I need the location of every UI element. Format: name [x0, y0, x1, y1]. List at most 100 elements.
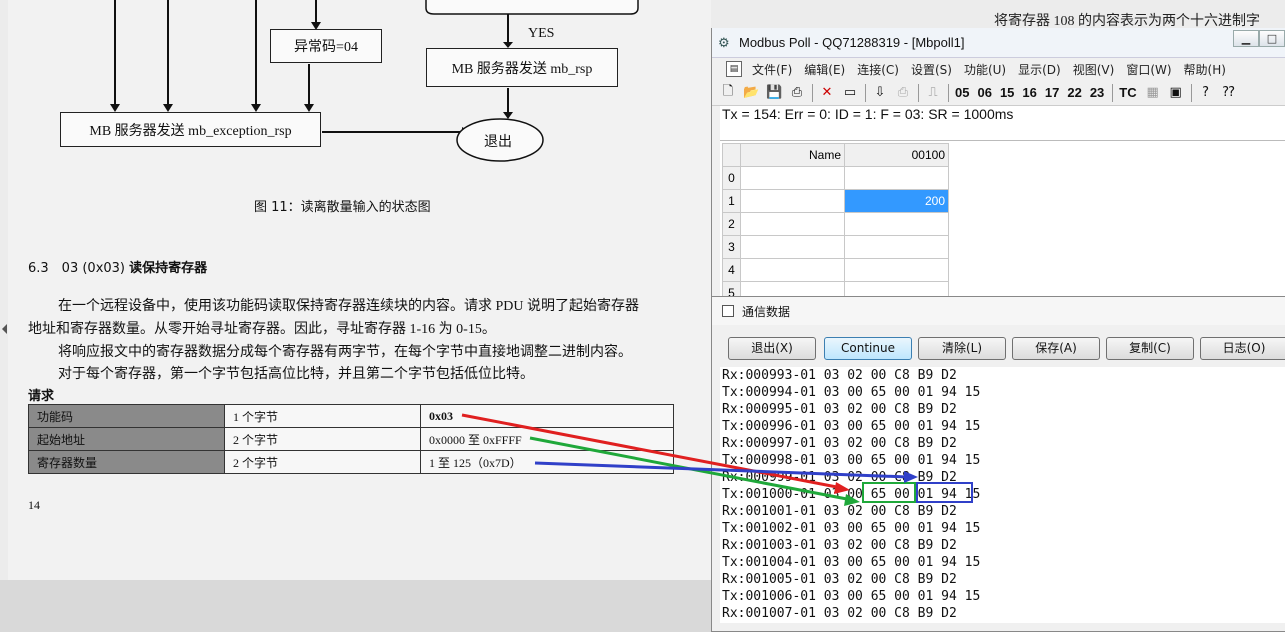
- modbus-poll-window[interactable]: ⚙ Modbus Poll - QQ71288319 - [Mbpoll1] ▁…: [711, 28, 1285, 308]
- pulse-icon[interactable]: ⎍: [925, 85, 941, 100]
- clear-button[interactable]: 清除(L): [918, 337, 1006, 360]
- table-cell: 1 至 125（0x7D）: [420, 450, 674, 474]
- table-cell: 0x03: [420, 404, 674, 428]
- table-cell: 2 个字节: [224, 450, 421, 474]
- log-line: Rx:000995-01 03 02 00 C8 B9 D2: [722, 402, 957, 417]
- row-index: 2: [722, 212, 741, 236]
- document-right-text: 将寄存器 108 的内容表示为两个十六进制字: [994, 14, 1260, 29]
- menu-setup[interactable]: 设置(S): [911, 61, 952, 78]
- figure-caption: 图 11：读离散量输入的状态图: [254, 200, 431, 215]
- menu-edit[interactable]: 编辑(E): [804, 61, 845, 78]
- table-cell: 0x0000 至 0xFFFF: [420, 427, 674, 451]
- menu-display[interactable]: 显示(D): [1018, 61, 1061, 78]
- copy-button[interactable]: 复制(C): [1106, 337, 1194, 360]
- print-icon[interactable]: ⎙: [789, 85, 805, 100]
- log-line: Tx:000996-01 03 00 65 00 01 94 15: [722, 419, 981, 434]
- log-line: Tx:000998-01 03 00 65 00 01 94 15: [722, 453, 981, 468]
- new-file-icon[interactable]: 🗋: [720, 82, 736, 104]
- table-cell: 起始地址: [28, 427, 225, 451]
- monitor-icon[interactable]: ▣: [1168, 85, 1184, 100]
- table-cell: 2 个字节: [224, 427, 421, 451]
- log-line: Rx:000997-01 03 02 00 C8 B9 D2: [722, 436, 957, 451]
- menu-functions[interactable]: 功能(U): [964, 61, 1006, 78]
- request-table: 功能码 1 个字节 0x03 起始地址 2 个字节 0x0000 至 0xFFF…: [28, 404, 674, 474]
- maximize-button[interactable]: □: [1259, 30, 1285, 47]
- paragraph-1: 在一个远程设备中，使用该功能码读取保持寄存器连续块的内容。请求 PDU 说明了起…: [58, 299, 640, 314]
- toolbar-separator: [865, 83, 866, 102]
- open-folder-icon[interactable]: 📂: [743, 85, 759, 100]
- grid-header-address[interactable]: 00100: [844, 143, 949, 167]
- register-value-cell[interactable]: [844, 212, 949, 236]
- save-button[interactable]: 保存(A): [1012, 337, 1100, 360]
- register-name-cell[interactable]: [740, 235, 845, 259]
- function-23-button[interactable]: 23: [1090, 85, 1104, 100]
- function-17-button[interactable]: 17: [1045, 85, 1059, 100]
- register-value-cell[interactable]: [844, 235, 949, 259]
- grid-header-row: Name 00100: [722, 143, 949, 167]
- row-index: 4: [722, 258, 741, 282]
- table-row: 寄存器数量 2 个字节 1 至 125（0x7D）: [28, 450, 674, 474]
- register-value-cell[interactable]: [844, 258, 949, 282]
- table-cell: 1 个字节: [224, 404, 421, 428]
- minimize-button[interactable]: ▁: [1233, 30, 1259, 47]
- document-page-gap: [0, 580, 711, 632]
- document-icon[interactable]: ▤: [726, 61, 742, 77]
- menu-window[interactable]: 窗口(W): [1126, 61, 1171, 78]
- menu-view[interactable]: 视图(V): [1073, 61, 1115, 78]
- toolbar-separator: [1190, 83, 1192, 102]
- chart-icon[interactable]: ▦: [1145, 85, 1161, 100]
- exit-button[interactable]: 退出(X): [728, 337, 816, 360]
- flow-exit-label: 退出: [484, 135, 512, 150]
- paragraph-2: 将响应报文中的寄存器数据分成每个寄存器有两字节，在每个字节中直接地调整二进制内容…: [58, 345, 632, 360]
- table-cell: 功能码: [28, 404, 225, 428]
- register-name-cell[interactable]: [740, 212, 845, 236]
- flow-box-exception-code: 异常码=04: [270, 29, 382, 63]
- log-line-highlighted: Tx:001000-01 03 00 65 00 01 94 15: [722, 487, 981, 502]
- register-name-cell[interactable]: [740, 258, 845, 282]
- log-line: Rx:000999-01 03 02 00 C8 B9 D2: [722, 470, 957, 485]
- printer-disabled-icon[interactable]: ⎙: [895, 85, 911, 100]
- log-line: Tx:000994-01 03 00 65 00 01 94 15: [722, 385, 981, 400]
- section-heading: 6.3 03 (0x03) 读保持寄存器: [28, 257, 207, 276]
- window-icon[interactable]: ▭: [842, 85, 858, 100]
- table-cell: 寄存器数量: [28, 450, 225, 474]
- comm-button-bar: 退出(X) Continue 清除(L) 保存(A) 复制(C) 日志(O): [712, 325, 1285, 367]
- window-title: Modbus Poll - QQ71288319 - [Mbpoll1]: [739, 35, 965, 50]
- table-row: 2: [722, 212, 949, 236]
- function-06-button[interactable]: 06: [977, 85, 991, 100]
- communication-traffic-window[interactable]: 通信数据 退出(X) Continue 清除(L) 保存(A) 复制(C) 日志…: [711, 296, 1285, 632]
- log-line: Rx:001007-01 03 02 00 C8 B9 D2: [722, 606, 957, 621]
- log-button[interactable]: 日志(O): [1200, 337, 1285, 360]
- log-line: Rx:001001-01 03 02 00 C8 B9 D2: [722, 504, 957, 519]
- register-name-cell[interactable]: [740, 166, 845, 190]
- function-15-button[interactable]: 15: [1000, 85, 1014, 100]
- traffic-log[interactable]: Rx:000993-01 03 02 00 C8 B9 D2 Tx:000994…: [720, 367, 1285, 623]
- log-line: Tx:001006-01 03 00 65 00 01 94 15: [722, 589, 981, 604]
- function-22-button[interactable]: 22: [1067, 85, 1081, 100]
- continue-button[interactable]: Continue: [824, 337, 912, 360]
- register-grid-area: Name 00100 0 1 200 2 3 4 5: [720, 140, 1285, 308]
- read-write-icon[interactable]: ⇩: [872, 85, 888, 100]
- paragraph-3: 对于每个寄存器，第一个字节包括高位比特，并且第二个字节包括低位比特。: [58, 367, 534, 382]
- register-value-cell[interactable]: [844, 166, 949, 190]
- menu-file[interactable]: 文件(F): [752, 61, 792, 78]
- traffic-tc-button[interactable]: TC: [1119, 85, 1136, 100]
- function-05-button[interactable]: 05: [955, 85, 969, 100]
- table-row: 1 200: [722, 189, 949, 213]
- register-name-cell[interactable]: [740, 189, 845, 213]
- register-value-cell-selected[interactable]: 200: [844, 189, 949, 213]
- context-help-icon[interactable]: ⁇: [1221, 85, 1237, 100]
- disconnect-icon[interactable]: ✕: [819, 85, 835, 100]
- comm-titlebar[interactable]: 通信数据: [712, 297, 1285, 325]
- menu-connection[interactable]: 连接(C): [857, 61, 899, 78]
- help-icon[interactable]: ?: [1198, 85, 1214, 100]
- menu-help[interactable]: 帮助(H): [1184, 61, 1226, 78]
- save-icon[interactable]: 💾: [766, 85, 782, 100]
- function-16-button[interactable]: 16: [1022, 85, 1036, 100]
- log-line: Rx:000993-01 03 02 00 C8 B9 D2: [722, 368, 957, 383]
- row-index: 0: [722, 166, 741, 190]
- scroll-left-arrow-icon[interactable]: [2, 324, 7, 334]
- modbus-poll-titlebar[interactable]: ⚙ Modbus Poll - QQ71288319 - [Mbpoll1] ▁…: [712, 28, 1285, 58]
- app-icon: ⚙: [718, 34, 730, 50]
- grid-header-name[interactable]: Name: [740, 143, 845, 167]
